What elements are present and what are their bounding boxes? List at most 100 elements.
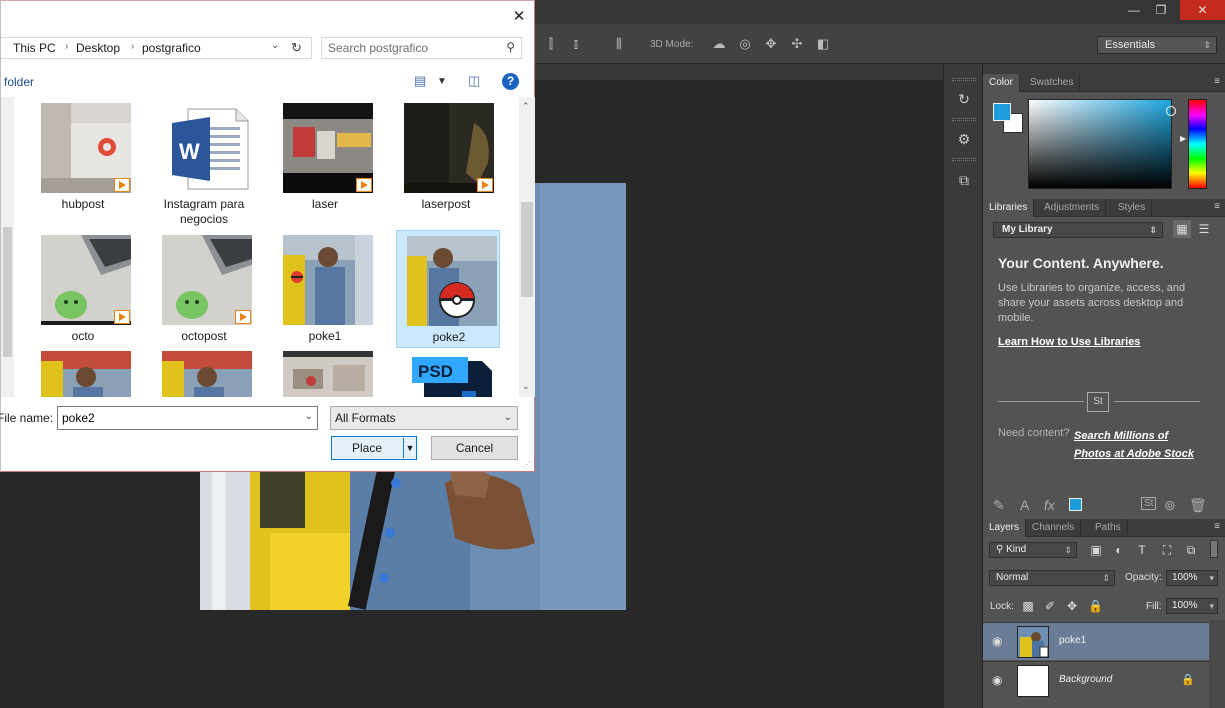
chevron-right-icon[interactable]: ›	[131, 41, 134, 52]
adobe-stock-link[interactable]: Search Millions of Photos at Adobe Stock	[1074, 427, 1194, 463]
chevron-down-icon[interactable]: ▾	[1209, 599, 1214, 613]
add-character-style-icon[interactable]: A	[1020, 497, 1029, 513]
preview-pane-icon[interactable]: ◫	[468, 73, 480, 89]
hue-slider[interactable]	[1188, 99, 1207, 189]
panel-menu-icon[interactable]: ≡	[1214, 520, 1220, 534]
tab-channels[interactable]: Channels	[1026, 519, 1082, 537]
file-name-input[interactable]	[62, 411, 292, 425]
color-cursor[interactable]	[1166, 106, 1176, 116]
type-filter-icon[interactable]: T	[1135, 543, 1149, 557]
properties-icon[interactable]: ⚙	[951, 126, 977, 152]
chevron-down-icon[interactable]: ⌄	[305, 411, 313, 422]
help-icon[interactable]: ?	[502, 73, 519, 90]
shape-filter-icon[interactable]: ⛶	[1160, 543, 1174, 558]
search-box[interactable]: ⚲	[321, 37, 522, 59]
chevron-up-icon[interactable]: ⌃	[522, 101, 530, 112]
align-center-icon[interactable]: ⫿	[543, 37, 559, 51]
resize-grip-icon[interactable]: ⋰	[523, 460, 531, 469]
panel-grip[interactable]	[952, 78, 976, 81]
eye-icon[interactable]: ◉	[992, 634, 1002, 648]
3d-scale-icon[interactable]: ◧	[815, 37, 831, 51]
character-icon[interactable]: ⧉	[951, 167, 977, 193]
layers-scrollbar[interactable]	[1209, 620, 1225, 708]
pixel-filter-icon[interactable]: ▣	[1089, 543, 1103, 557]
tab-color[interactable]: Color	[983, 74, 1020, 92]
layer-row-poke1[interactable]: ◉ poke1	[983, 622, 1209, 660]
layer-name[interactable]: Background	[1059, 674, 1112, 685]
chevron-right-icon[interactable]: ›	[65, 41, 68, 52]
panel-grip[interactable]	[952, 118, 976, 121]
history-icon[interactable]: ↻	[951, 86, 977, 112]
change-view-icon[interactable]: ▤	[414, 73, 426, 89]
3d-rotate-icon[interactable]: ☁	[711, 37, 727, 51]
file-item-poke1[interactable]: poke1	[272, 229, 376, 347]
learn-libraries-link[interactable]: Learn How to Use Libraries	[998, 336, 1140, 348]
file-item-partial[interactable]	[30, 345, 134, 397]
layer-name[interactable]: poke1	[1059, 635, 1086, 646]
add-layer-style-icon[interactable]: fx	[1044, 497, 1055, 513]
file-item-octopost[interactable]: octopost	[151, 229, 255, 347]
chevron-down-icon[interactable]: ⌄	[271, 40, 279, 51]
panel-grip[interactable]	[952, 158, 976, 161]
3d-pan-icon[interactable]: ✥	[763, 37, 779, 51]
add-graphic-icon[interactable]: ✎	[993, 497, 1005, 514]
add-color-icon[interactable]	[1069, 498, 1082, 511]
smart-object-filter-icon[interactable]: ⧉	[1184, 543, 1198, 558]
address-bar[interactable]: This PC › Desktop › postgrafico ⌄ ↻	[1, 37, 312, 59]
3d-slide-icon[interactable]: ✣	[789, 37, 805, 51]
breadcrumb-postgrafico[interactable]: postgrafico	[142, 41, 201, 55]
chevron-down-icon[interactable]: ▼	[437, 76, 447, 87]
3d-roll-icon[interactable]: ◎	[737, 37, 753, 51]
format-select[interactable]: All Formats ⌄	[330, 406, 518, 430]
dialog-close-icon[interactable]: ✕	[509, 7, 529, 27]
eye-icon[interactable]: ◉	[992, 673, 1002, 687]
chevron-down-icon[interactable]: ▾	[1209, 571, 1214, 585]
panel-menu-icon[interactable]: ≡	[1214, 75, 1220, 89]
foreground-color-swatch[interactable]	[993, 103, 1011, 121]
opacity-field[interactable]: 100% ▾	[1166, 570, 1218, 586]
lock-all-icon[interactable]: 🔒	[1088, 599, 1103, 613]
refresh-icon[interactable]: ↻	[291, 40, 302, 56]
new-folder-button[interactable]: folder	[4, 75, 34, 89]
layer-row-background[interactable]: ◉ Background 🔒	[983, 661, 1209, 699]
color-picker-field[interactable]	[1028, 99, 1176, 189]
distribute-icon[interactable]: ⫼	[611, 37, 627, 51]
tab-layers[interactable]: Layers	[983, 519, 1027, 537]
adjustment-filter-icon[interactable]: ◐	[1112, 543, 1126, 557]
file-list-scrollbar[interactable]: ⌃ ⌄	[519, 97, 535, 397]
tab-libraries[interactable]: Libraries	[983, 199, 1035, 217]
list-view-icon[interactable]: ☰	[1195, 220, 1213, 238]
blend-mode-select[interactable]: Normal ⇕	[989, 570, 1115, 586]
file-item-poke2[interactable]: poke2	[396, 230, 500, 348]
fill-field[interactable]: 100% ▾	[1166, 598, 1218, 614]
file-item-partial[interactable]	[272, 345, 376, 397]
file-item-psd[interactable]: PSD	[393, 345, 497, 397]
chevron-down-icon[interactable]: ⌄	[522, 381, 530, 392]
file-name-field[interactable]: ⌄	[57, 406, 318, 430]
align-right-icon[interactable]: ⫾	[568, 37, 584, 51]
close-button[interactable]: ✕	[1180, 0, 1225, 20]
search-input[interactable]	[328, 41, 498, 55]
sync-icon[interactable]: ⊚	[1164, 497, 1176, 514]
scrollbar-thumb[interactable]	[521, 202, 533, 297]
restore-button[interactable]: ❐	[1145, 0, 1177, 20]
file-item-instagram-para-negocios[interactable]: W Instagram para negocios	[151, 97, 255, 226]
panel-collapse-bar[interactable]	[983, 64, 1225, 74]
trash-icon[interactable]: 🗑	[1189, 497, 1207, 514]
grid-view-icon[interactable]: ▦	[1173, 220, 1191, 238]
cancel-button[interactable]: Cancel	[431, 436, 518, 460]
file-item-laser[interactable]: laser	[272, 97, 376, 215]
tab-styles[interactable]: Styles	[1112, 199, 1153, 217]
breadcrumb-desktop[interactable]: Desktop	[76, 41, 120, 55]
breadcrumb-this-pc[interactable]: This PC	[13, 41, 56, 55]
place-button[interactable]: Place ▼	[331, 436, 417, 460]
file-item-laserpost[interactable]: laserpost	[393, 97, 497, 215]
navigation-pane-scrollbar[interactable]	[1, 97, 14, 397]
place-options-chevron-icon[interactable]: ▼	[403, 438, 416, 458]
file-item-partial[interactable]	[151, 345, 255, 397]
panel-menu-icon[interactable]: ≡	[1214, 200, 1220, 214]
lock-position-icon[interactable]: ✥	[1065, 599, 1079, 613]
file-item-hubpost[interactable]: hubpost	[30, 97, 134, 215]
library-select[interactable]: My Library ⇕	[993, 222, 1163, 238]
scrollbar-thumb[interactable]	[3, 227, 12, 357]
